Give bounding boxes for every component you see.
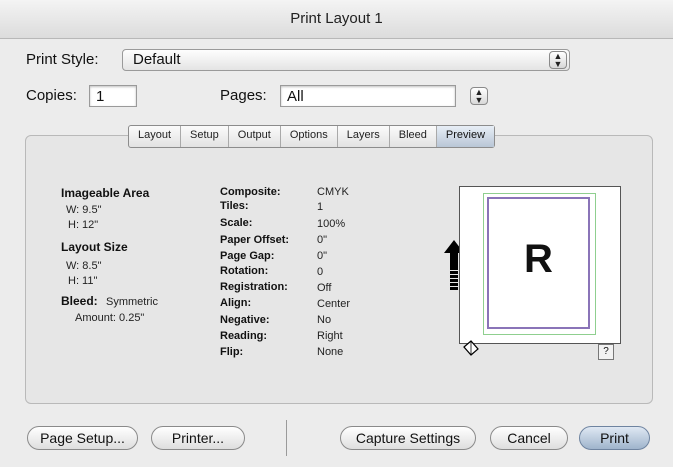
printer-button[interactable]: Printer... [151, 426, 245, 450]
setting-value: No [317, 314, 332, 326]
tab-bar: Layout Setup Output Options Layers Bleed… [128, 125, 496, 148]
capture-settings-button[interactable]: Capture Settings [340, 426, 476, 450]
setting-key: Page Gap: [220, 250, 275, 262]
setting-key: Registration: [220, 281, 288, 293]
setting-value: Off [317, 282, 332, 294]
setting-key: Align: [220, 297, 252, 309]
setting-key: Tiles: [220, 200, 249, 212]
page-setup-button[interactable]: Page Setup... [27, 426, 138, 450]
help-button[interactable]: ? [598, 344, 614, 360]
setting-key: Composite: [220, 186, 281, 198]
tab-bleed[interactable]: Bleed [390, 126, 437, 147]
setting-value: Right [317, 330, 343, 342]
tab-setup[interactable]: Setup [181, 126, 229, 147]
layout-size-heading: Layout Size [61, 240, 128, 254]
preview-letter: R [524, 237, 553, 281]
tab-options[interactable]: Options [281, 126, 338, 147]
tab-layout[interactable]: Layout [129, 126, 182, 147]
imageable-area-heading: Imageable Area [61, 186, 150, 200]
tab-layers[interactable]: Layers [338, 126, 390, 147]
pages-stepper-icon[interactable]: ▲ ▼ [470, 87, 488, 105]
setting-value: 0" [317, 250, 328, 262]
layout-size-height: H: 11" [68, 275, 98, 287]
print-style-label: Print Style: [26, 51, 99, 68]
setting-key: Reading: [220, 330, 268, 342]
bleed-label: Bleed: [61, 294, 98, 308]
copies-field[interactable]: 1 [89, 85, 137, 107]
pages-field[interactable]: All [280, 85, 456, 107]
cancel-button[interactable]: Cancel [490, 426, 568, 450]
print-button[interactable]: Print [579, 426, 650, 450]
tab-preview[interactable]: Preview [436, 126, 495, 147]
setting-value: CMYK [317, 186, 349, 198]
print-style-stepper-icon[interactable]: ▲ ▼ [549, 51, 567, 69]
print-style-popup[interactable]: Default [122, 49, 570, 71]
tab-output[interactable]: Output [229, 126, 281, 147]
setting-key: Scale: [220, 217, 253, 229]
window-title: Print Layout 1 [0, 0, 673, 39]
setting-value: 100% [317, 218, 346, 230]
button-divider [286, 420, 287, 456]
copies-label: Copies: [26, 87, 77, 104]
setting-value: 0" [317, 234, 328, 246]
setting-key: Negative: [220, 314, 270, 326]
bleed-amount: Amount: 0.25" [75, 312, 145, 324]
imageable-area-width: W: 9.5" [66, 204, 102, 216]
bleed-value: Symmetric [106, 296, 158, 308]
setting-value: Center [317, 298, 351, 310]
layout-size-width: W: 8.5" [66, 260, 102, 272]
print-style-value: Default [133, 51, 181, 68]
setting-key: Rotation: [220, 265, 269, 277]
setting-value: 1 [317, 201, 324, 213]
imageable-area-height: H: 12" [68, 219, 99, 231]
page-preview: R [459, 186, 621, 344]
setting-value: 0 [317, 266, 324, 278]
page-corner-icon[interactable] [462, 340, 480, 356]
pages-label: Pages: [220, 87, 267, 104]
setting-key: Paper Offset: [220, 234, 290, 246]
setting-key: Flip: [220, 346, 244, 358]
setting-value: None [317, 346, 344, 358]
